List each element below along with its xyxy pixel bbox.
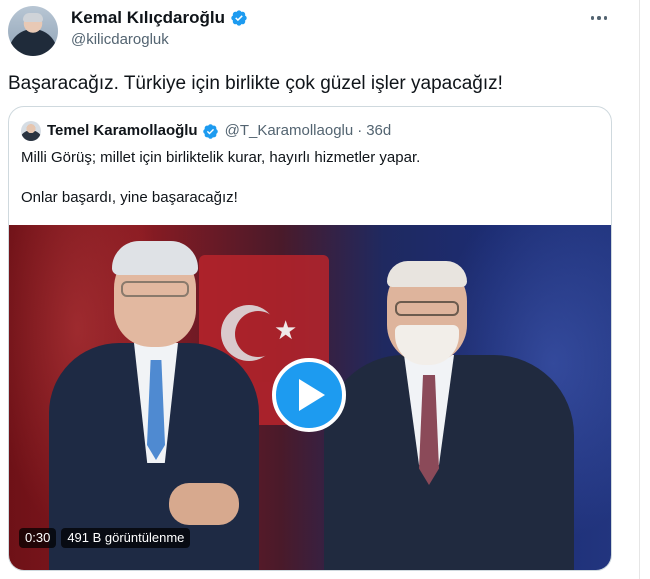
quoted-author-avatar[interactable] [21, 121, 41, 141]
author-name-row[interactable]: Kemal Kılıçdaroğlu [71, 8, 248, 28]
author-avatar[interactable] [8, 6, 58, 56]
quoted-author-name[interactable]: Temel Karamollaoğlu [47, 121, 198, 141]
left-person-glasses [121, 281, 189, 297]
separator-dot: · [357, 122, 363, 139]
quoted-text-line-2: Onlar başardı, yine başaracağız! [21, 189, 238, 206]
quoted-tweet[interactable]: Temel Karamollaoğlu @T_Karamollaoglu · 3… [8, 106, 612, 571]
left-person-hair [112, 241, 198, 275]
tweet: Kemal Kılıçdaroğlu @kilicdarogluk Başara… [0, 0, 640, 579]
quoted-header: Temel Karamollaoğlu @T_Karamollaoglu · 3… [47, 121, 391, 141]
quoted-author-handle[interactable]: @T_Karamollaoglu [225, 121, 354, 141]
play-button[interactable] [272, 358, 346, 432]
video-view-count: 491 B görüntülenme [61, 528, 191, 548]
flag-star-icon: ★ [274, 315, 298, 345]
right-person-hair [387, 261, 467, 287]
video-player[interactable]: ★ 0:30 491 B görüntülenme [9, 225, 611, 570]
quoted-timestamp[interactable]: 36d [366, 121, 391, 141]
video-duration: 0:30 [19, 528, 57, 548]
tweet-text: Başaracağız. Türkiye için birlikte çok g… [8, 73, 503, 94]
author-handle[interactable]: @kilicdarogluk [71, 31, 169, 49]
video-badges: 0:30 491 B görüntülenme [19, 528, 191, 548]
verified-badge-icon [231, 10, 247, 26]
quoted-text-line-1: Milli Görüş; millet için birliktelik kur… [21, 149, 421, 166]
play-icon [299, 379, 325, 411]
handshake [169, 483, 239, 525]
verified-badge-icon [202, 123, 218, 139]
more-options-icon[interactable] [587, 8, 611, 28]
author-name[interactable]: Kemal Kılıçdaroğlu [71, 8, 225, 28]
right-person-glasses [395, 301, 459, 316]
